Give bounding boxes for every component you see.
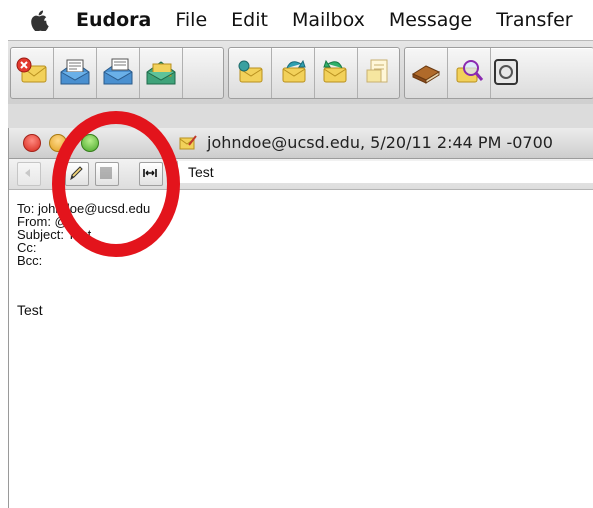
menu-transfer[interactable]: Transfer bbox=[496, 9, 572, 31]
bcc-line[interactable]: Bcc: bbox=[17, 254, 150, 267]
check-mail-button[interactable] bbox=[54, 48, 97, 98]
status-button[interactable] bbox=[491, 48, 521, 98]
forward-button[interactable] bbox=[315, 48, 358, 98]
find-icon bbox=[456, 60, 484, 83]
new-mail-button[interactable] bbox=[140, 48, 183, 98]
redirect-icon bbox=[366, 59, 388, 83]
menu-file[interactable]: File bbox=[175, 9, 207, 31]
reply-icon bbox=[238, 60, 263, 83]
reply-all-icon bbox=[282, 59, 306, 83]
message-body[interactable]: Test bbox=[17, 302, 43, 318]
subject-field[interactable]: Test bbox=[177, 161, 593, 183]
address-book-icon bbox=[411, 65, 441, 84]
menu-message[interactable]: Message bbox=[389, 9, 472, 31]
menu-app-name[interactable]: Eudora bbox=[76, 9, 151, 31]
check-mail-icon bbox=[60, 59, 90, 85]
toolbar-group-tools bbox=[404, 47, 593, 99]
compose-document-icon bbox=[179, 135, 197, 150]
reply-button[interactable] bbox=[229, 48, 272, 98]
send-queued-icon bbox=[103, 58, 133, 85]
redirect-button[interactable] bbox=[358, 48, 398, 98]
apple-logo-icon[interactable] bbox=[30, 9, 50, 31]
toolbar-group-reply bbox=[228, 47, 400, 99]
previous-button[interactable] bbox=[17, 162, 41, 186]
window-title: johndoe@ucsd.edu, 5/20/11 2:44 PM -0700 bbox=[207, 133, 553, 152]
toolbar-extra-button[interactable] bbox=[183, 48, 223, 98]
address-book-button[interactable] bbox=[405, 48, 448, 98]
menu-bar: Eudora File Edit Mailbox Message Transfe… bbox=[0, 0, 593, 40]
forward-icon bbox=[323, 59, 347, 83]
menu-mailbox[interactable]: Mailbox bbox=[292, 9, 365, 31]
main-toolbar bbox=[8, 40, 593, 106]
toolbar-group-mail bbox=[10, 47, 224, 99]
delete-message-icon bbox=[16, 57, 47, 83]
menu-edit[interactable]: Edit bbox=[231, 9, 268, 31]
close-window-button[interactable] bbox=[23, 134, 41, 152]
delete-button[interactable] bbox=[11, 48, 54, 98]
annotation-circle bbox=[52, 111, 180, 257]
find-button[interactable] bbox=[448, 48, 491, 98]
reply-all-button[interactable] bbox=[272, 48, 315, 98]
status-icon bbox=[494, 59, 518, 85]
send-queued-button[interactable] bbox=[97, 48, 140, 98]
previous-icon bbox=[25, 169, 30, 177]
new-message-icon bbox=[146, 61, 176, 85]
